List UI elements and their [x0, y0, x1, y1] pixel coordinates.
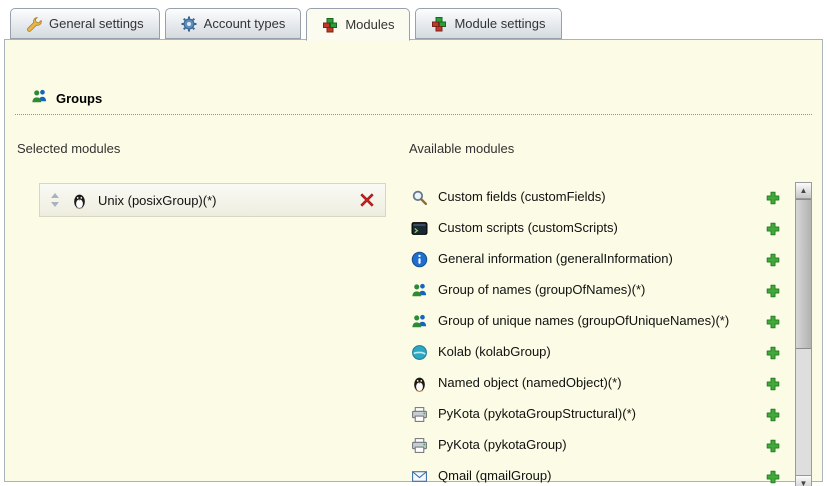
- add-module-button[interactable]: [765, 345, 781, 361]
- tab-label: Account types: [204, 16, 286, 31]
- remove-module-button[interactable]: [359, 192, 375, 208]
- groups-icon: [31, 88, 48, 108]
- available-module-row: Custom fields (customFields): [401, 182, 787, 213]
- available-module-row: PyKota (pykotaGroup): [401, 430, 787, 461]
- available-modules-title: Available modules: [409, 141, 812, 156]
- tab-label: General settings: [49, 16, 144, 31]
- selected-modules-column: Selected modules Unix (posixGroup)(*): [9, 141, 401, 486]
- module-label: Named object (namedObject)(*): [438, 375, 736, 391]
- info-icon: [411, 251, 428, 268]
- wrench-icon: [26, 16, 42, 32]
- module-label: Qmail (qmailGroup): [438, 468, 736, 484]
- tab-modules[interactable]: Modules: [306, 8, 410, 41]
- available-module-row: Group of unique names (groupOfUniqueName…: [401, 306, 787, 337]
- scroll-up-button[interactable]: ▲: [796, 183, 811, 199]
- page-title: Groups: [31, 88, 822, 108]
- tab-general-settings[interactable]: General settings: [10, 8, 160, 39]
- modules-icon: [322, 17, 338, 33]
- selected-modules-title: Selected modules: [17, 141, 401, 156]
- gear-icon: [181, 16, 197, 32]
- module-label: Group of unique names (groupOfUniqueName…: [438, 313, 736, 329]
- kolab-icon: [411, 344, 428, 361]
- available-module-row: Qmail (qmailGroup): [401, 461, 787, 486]
- selected-module-row[interactable]: Unix (posixGroup)(*): [39, 183, 386, 217]
- content-panel: Groups Selected modules Unix (posixGroup…: [4, 39, 823, 482]
- available-module-row: Custom scripts (customScripts): [401, 213, 787, 244]
- penguin-icon: [411, 375, 428, 392]
- printer-icon: [411, 437, 428, 454]
- available-module-row: Group of names (groupOfNames)(*): [401, 275, 787, 306]
- penguin-icon: [71, 192, 88, 209]
- scrollbar-thumb[interactable]: [796, 199, 811, 349]
- module-label: PyKota (pykotaGroup): [438, 437, 736, 453]
- drag-handle-icon[interactable]: [50, 192, 61, 208]
- envelope-icon: [411, 468, 428, 485]
- groups-icon: [411, 313, 428, 330]
- modules-icon: [431, 16, 447, 32]
- divider: [15, 114, 812, 115]
- module-label: Group of names (groupOfNames)(*): [438, 282, 736, 298]
- available-module-row: Kolab (kolabGroup): [401, 337, 787, 368]
- add-module-button[interactable]: [765, 407, 781, 423]
- tab-account-types[interactable]: Account types: [165, 8, 302, 39]
- scrollbar[interactable]: ▲ ▼: [795, 182, 812, 486]
- add-module-button[interactable]: [765, 438, 781, 454]
- tab-label: Module settings: [454, 16, 545, 31]
- available-modules-column: Available modules Custom fields (customF…: [401, 141, 812, 486]
- add-module-button[interactable]: [765, 221, 781, 237]
- module-label: General information (generalInformation): [438, 251, 736, 267]
- printer-icon: [411, 406, 428, 423]
- add-module-button[interactable]: [765, 469, 781, 485]
- available-module-row: Named object (namedObject)(*): [401, 368, 787, 399]
- script-icon: [411, 220, 428, 237]
- available-modules-list: Custom fields (customFields) Custom scri…: [401, 182, 787, 486]
- module-label: Kolab (kolabGroup): [438, 344, 736, 360]
- module-label: Unix (posixGroup)(*): [98, 193, 349, 208]
- module-label: Custom fields (customFields): [438, 189, 736, 205]
- add-module-button[interactable]: [765, 314, 781, 330]
- groups-icon: [411, 282, 428, 299]
- add-module-button[interactable]: [765, 283, 781, 299]
- add-module-button[interactable]: [765, 190, 781, 206]
- magnifier-icon: [411, 189, 428, 206]
- add-module-button[interactable]: [765, 376, 781, 392]
- tab-bar: General settings Account types Modules M…: [10, 8, 562, 41]
- page-title-label: Groups: [56, 91, 102, 106]
- available-module-row: General information (generalInformation): [401, 244, 787, 275]
- module-label: PyKota (pykotaGroupStructural)(*): [438, 406, 736, 422]
- modules-columns: Selected modules Unix (posixGroup)(*) Av…: [5, 141, 822, 486]
- tab-module-settings[interactable]: Module settings: [415, 8, 561, 39]
- available-module-row: PyKota (pykotaGroupStructural)(*): [401, 399, 787, 430]
- scroll-down-button[interactable]: ▼: [796, 475, 811, 486]
- add-module-button[interactable]: [765, 252, 781, 268]
- module-label: Custom scripts (customScripts): [438, 220, 736, 236]
- tab-label: Modules: [345, 17, 394, 32]
